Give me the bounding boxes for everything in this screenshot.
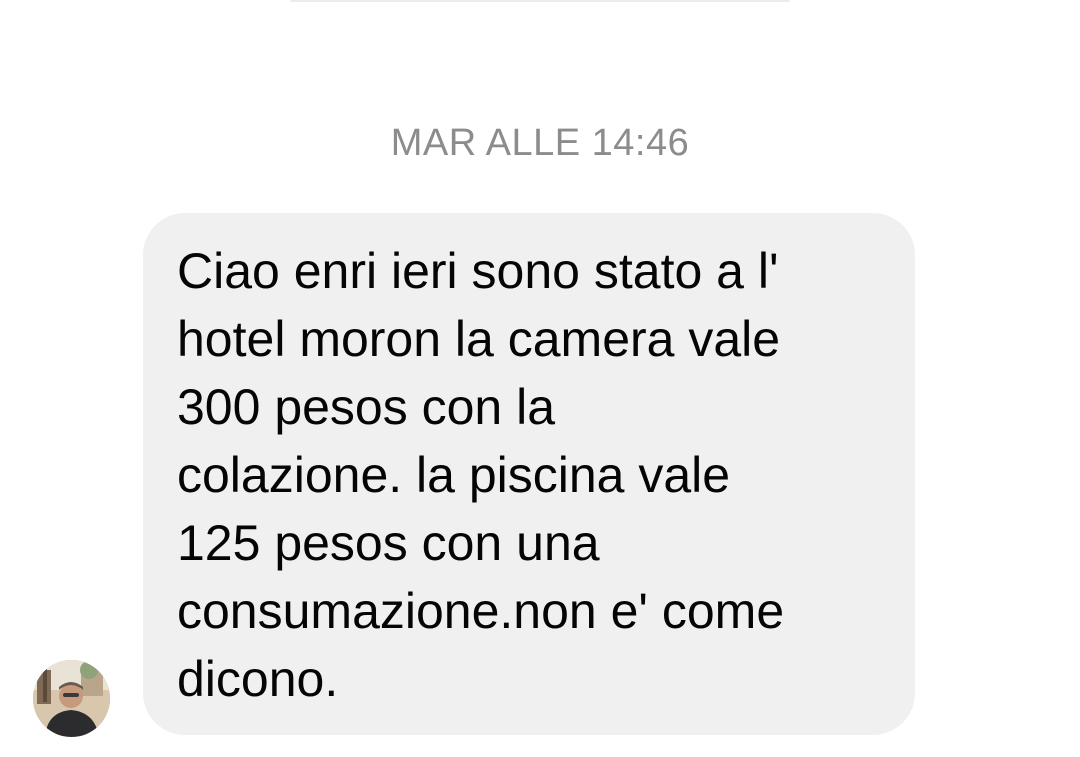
message-text: Ciao enri ieri sono stato a l' hotel mor…: [177, 243, 785, 707]
sender-avatar[interactable]: [33, 660, 110, 737]
message-timestamp: MAR ALLE 14:46: [390, 122, 690, 164]
message-bubble[interactable]: Ciao enri ieri sono stato a l' hotel mor…: [143, 213, 915, 735]
avatar-photo-icon: [33, 660, 110, 737]
top-divider: [290, 0, 790, 2]
